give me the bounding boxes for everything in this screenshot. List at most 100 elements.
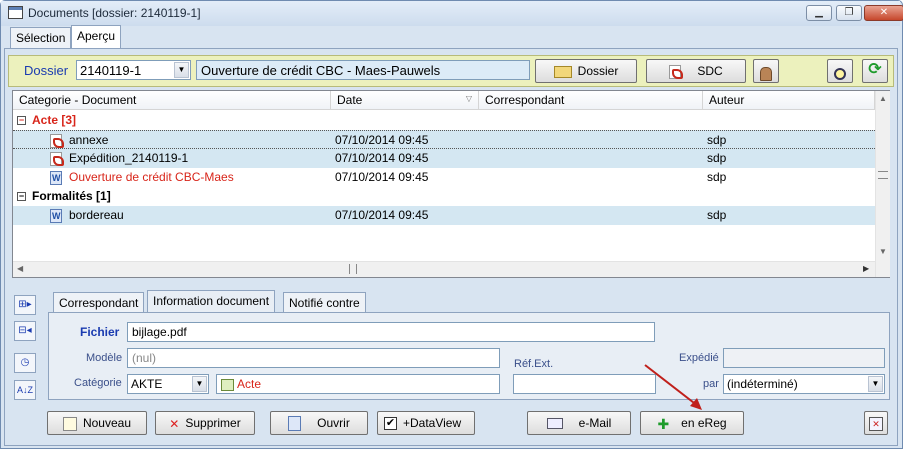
- document-author: sdp: [707, 133, 727, 147]
- document-name: Ouverture de crédit CBC-Maes: [69, 170, 234, 184]
- column-header-correspondant[interactable]: Correspondant: [479, 91, 703, 110]
- document-date: 07/10/2014 09:45: [335, 208, 429, 222]
- new-document-icon: [62, 416, 77, 431]
- document-date: 07/10/2014 09:45: [335, 170, 429, 184]
- word-doc-icon: [50, 208, 62, 223]
- envelope-icon: [546, 418, 563, 430]
- search-button[interactable]: [827, 59, 853, 83]
- table-row[interactable]: annexe 07/10/2014 09:45 sdp: [13, 130, 875, 149]
- nouveau-button[interactable]: Nouveau: [47, 411, 147, 435]
- scroll-grip-icon[interactable]: [349, 264, 357, 274]
- table-row[interactable]: Expédition_2140119-1 07/10/2014 09:45 sd…: [13, 149, 875, 168]
- tab-apercu[interactable]: Aperçu: [71, 25, 122, 49]
- tab-correspondant[interactable]: Correspondant: [53, 292, 145, 313]
- pdf-icon: [50, 151, 64, 166]
- ereg-button-label: en eReg: [681, 416, 727, 430]
- email-button[interactable]: e-Mail: [527, 411, 631, 435]
- chevron-down-icon: ▼: [192, 376, 207, 392]
- collapse-all-icon: ⊟◂: [18, 325, 32, 336]
- column-header-date-label: Date: [337, 93, 363, 107]
- annotation-arrow-icon: [644, 364, 702, 410]
- group-row-acte[interactable]: − Acte [3]: [13, 111, 875, 130]
- scroll-left-icon[interactable]: ◀: [17, 264, 23, 273]
- supprimer-button[interactable]: ✕ Supprimer: [155, 411, 255, 435]
- dossier-label: Dossier: [24, 63, 69, 78]
- table-row[interactable]: Ouverture de crédit CBC-Maes 07/10/2014 …: [13, 168, 875, 187]
- categorie-select-value: AKTE: [131, 377, 163, 391]
- tab-information-document[interactable]: Information document: [147, 290, 276, 313]
- dossier-button-label: Dossier: [577, 64, 619, 78]
- pdf-icon: [50, 133, 64, 148]
- par-select[interactable]: (indéterminé) ▼: [723, 374, 885, 394]
- column-header-auteur[interactable]: Auteur: [703, 91, 875, 110]
- document-author: sdp: [707, 170, 727, 184]
- clock-icon: ◷: [20, 357, 30, 368]
- email-button-label: e-Mail: [578, 416, 612, 430]
- scroll-grip-icon[interactable]: [878, 171, 888, 179]
- modele-label: Modèle: [86, 352, 123, 364]
- table-row[interactable]: bordereau 07/10/2014 09:45 sdp: [13, 206, 875, 225]
- magnifier-icon: [834, 67, 846, 80]
- ref-ext-field[interactable]: [513, 374, 656, 394]
- expand-all-button[interactable]: ⊞▸: [14, 295, 36, 315]
- sdc-button[interactable]: SDC: [646, 59, 746, 83]
- ouvrir-button[interactable]: Ouvrir: [270, 411, 368, 435]
- modele-field[interactable]: (nul): [127, 348, 500, 368]
- sort-date-button[interactable]: ◷: [14, 353, 36, 373]
- column-header-categorie[interactable]: Categorie - Document: [13, 91, 331, 110]
- scroll-down-icon[interactable]: ▼: [879, 247, 887, 256]
- stamp-icon: [760, 66, 772, 81]
- window-app-icon: [8, 6, 23, 19]
- pdf-icon: [669, 64, 684, 79]
- exit-icon: ✕: [869, 416, 883, 431]
- supprimer-button-label: Supprimer: [185, 416, 241, 430]
- restore-button[interactable]: ❐: [836, 5, 862, 21]
- word-doc-icon: [50, 170, 62, 185]
- group-row-formalites[interactable]: − Formalités [1]: [13, 187, 875, 206]
- par-select-value: (indéterminé): [727, 377, 798, 391]
- delete-icon: ✕: [169, 416, 180, 431]
- group-label-formalites: − Formalités [1]: [17, 189, 111, 203]
- categorie-select[interactable]: AKTE ▼: [127, 374, 209, 394]
- dossier-select-value: 2140119-1: [80, 63, 142, 78]
- tab-notifie-contre[interactable]: Notifié contre: [283, 292, 366, 313]
- chevron-down-icon: ▼: [868, 376, 883, 392]
- open-folder-icon: [553, 65, 572, 78]
- minimize-button[interactable]: ▁: [806, 5, 832, 21]
- document-author: sdp: [707, 151, 727, 165]
- expand-all-icon: ⊞▸: [18, 299, 32, 310]
- dossier-button[interactable]: Dossier: [535, 59, 637, 83]
- collapse-icon[interactable]: −: [17, 192, 26, 202]
- ereg-add-icon: ✚: [657, 415, 670, 432]
- sort-alpha-button[interactable]: A↓Z: [14, 380, 36, 400]
- collapse-all-button[interactable]: ⊟◂: [14, 321, 36, 341]
- document-date: 07/10/2014 09:45: [335, 133, 429, 147]
- grid-horizontal-scrollbar[interactable]: ◀ ▶: [13, 261, 875, 277]
- open-document-icon: [288, 416, 302, 432]
- sort-az-icon: A↓Z: [16, 385, 33, 395]
- scroll-up-icon[interactable]: ▲: [879, 94, 887, 103]
- categorie-tag-field: Acte: [216, 374, 500, 394]
- close-button[interactable]: ✕: [864, 5, 903, 21]
- dataview-toggle[interactable]: ✔ +DataView: [377, 411, 475, 435]
- refresh-icon: ⟳: [868, 61, 882, 78]
- fichier-label: Fichier: [80, 325, 120, 339]
- stamp-button[interactable]: [753, 59, 779, 83]
- fichier-field[interactable]: bijlage.pdf: [127, 322, 655, 342]
- tab-selection[interactable]: Sélection: [10, 27, 72, 49]
- collapse-icon[interactable]: −: [17, 116, 26, 126]
- chevron-down-icon: ▼: [174, 62, 189, 78]
- refresh-button[interactable]: ⟳: [862, 59, 888, 83]
- grid-vertical-scrollbar[interactable]: ▲ ▼: [875, 91, 890, 277]
- exit-button[interactable]: ✕: [864, 411, 888, 435]
- nouveau-button-label: Nouveau: [82, 416, 132, 430]
- documents-grid: Categorie - Document Date ▽ Correspondan…: [12, 90, 890, 278]
- dossier-select[interactable]: 2140119-1 ▼: [76, 60, 191, 80]
- scroll-right-icon[interactable]: ▶: [863, 264, 869, 273]
- group-label-text: Acte [3]: [32, 113, 77, 127]
- expedie-field: [723, 348, 885, 368]
- group-label-text: Formalités [1]: [32, 189, 111, 203]
- document-name: annexe: [69, 133, 109, 147]
- column-header-date[interactable]: Date ▽: [331, 91, 479, 110]
- dataview-checkbox[interactable]: ✔: [384, 417, 397, 431]
